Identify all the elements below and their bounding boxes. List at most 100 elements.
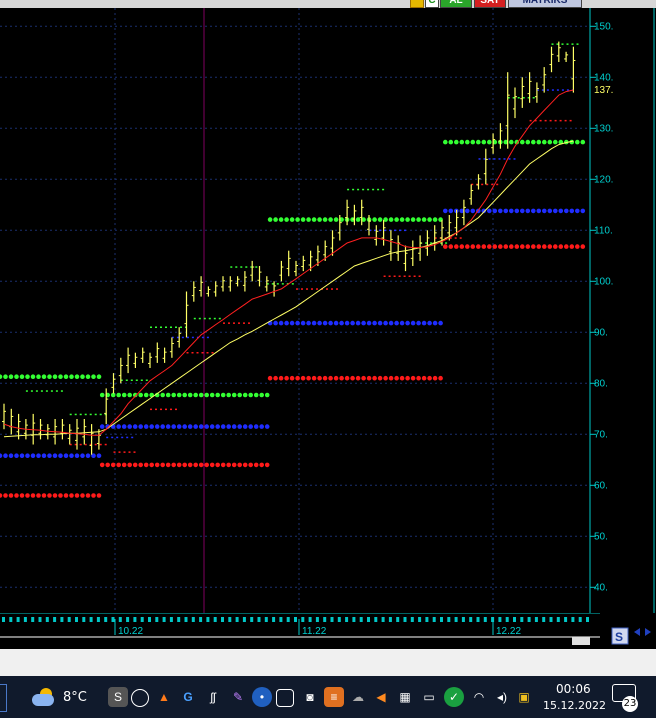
- buy-button[interactable]: AL: [440, 0, 472, 8]
- toolbar-refresh-icon[interactable]: C: [425, 0, 439, 8]
- level-3: [99, 392, 270, 398]
- y-tick-label-90: 90.: [594, 327, 608, 338]
- flame-icon[interactable]: ▲: [154, 687, 174, 707]
- y-axis-ticks[interactable]: 150. 140. 130. 120. 110. 100. 90. 80. 70. 60. 50. 4…: [590, 21, 613, 593]
- minor-level-dot: [121, 436, 124, 439]
- minor-level-21: [478, 158, 516, 160]
- price-bar: [549, 46, 554, 73]
- level-dot: [30, 453, 36, 459]
- shield-check-icon[interactable]: ✓: [444, 687, 464, 707]
- keyboard-icon[interactable]: ▦: [395, 687, 415, 707]
- minor-level-dot: [160, 326, 162, 328]
- price-bar: [60, 419, 65, 440]
- globe-icon[interactable]: [131, 689, 149, 707]
- level-dot: [416, 375, 421, 381]
- x-dash: [381, 617, 385, 622]
- minor-level-dot: [529, 119, 532, 122]
- lock-icon[interactable]: ▣: [514, 687, 534, 707]
- x-dash: [571, 617, 575, 622]
- battery-icon[interactable]: ▭: [419, 687, 439, 707]
- level-dot: [91, 493, 96, 498]
- toolbar-flag-icon[interactable]: [410, 0, 424, 8]
- price-bar: [162, 347, 167, 363]
- price-chart-svg[interactable]: 150. 140. 130. 120. 110. 100. 90. 80. 70. 60. 50. 4…: [0, 8, 656, 613]
- x-dash: [199, 617, 203, 622]
- level-dot: [547, 139, 553, 145]
- weather-temperature[interactable]: 8°C: [63, 690, 87, 705]
- level-dot: [182, 462, 187, 468]
- minor-level-1: [69, 413, 107, 416]
- level-dot: [30, 493, 36, 498]
- level-dot: [149, 424, 154, 429]
- pen-icon[interactable]: ✎: [228, 687, 248, 707]
- stack-icon[interactable]: ≡: [324, 687, 344, 707]
- level-dot: [476, 244, 481, 249]
- g-letter-icon[interactable]: G: [178, 687, 198, 707]
- weather-icon[interactable]: [30, 688, 56, 706]
- level-dot: [253, 392, 259, 398]
- price-bar: [286, 250, 291, 277]
- level-dot: [448, 139, 454, 145]
- minor-level-11: [223, 322, 250, 324]
- minor-level-dot: [445, 242, 448, 244]
- x-dash: [2, 617, 5, 622]
- level-8: [267, 375, 443, 381]
- x-dash: [410, 617, 414, 622]
- start-edge[interactable]: [0, 684, 7, 712]
- x-dash: [206, 617, 210, 622]
- x-axis-svg[interactable]: 10.22 11.22 12.22 S: [0, 612, 656, 649]
- screenshot-icon[interactable]: [276, 689, 294, 707]
- minor-level-dot: [191, 336, 194, 339]
- minor-level-dot: [140, 379, 143, 381]
- x-label-11-22: 11.22: [302, 626, 327, 637]
- minor-level-dot: [331, 288, 333, 290]
- x-axis-strip[interactable]: 10.22 11.22 12.22 S: [0, 612, 656, 649]
- minor-level-dot: [478, 158, 481, 160]
- camera-icon[interactable]: ◙: [300, 687, 320, 707]
- app-icon[interactable]: •: [252, 687, 272, 707]
- minor-level-8: [171, 336, 209, 339]
- level-dot: [536, 244, 542, 249]
- level-dot: [465, 244, 470, 249]
- level-dot: [85, 493, 91, 498]
- level-dot: [160, 462, 165, 468]
- level-dot: [231, 424, 237, 429]
- taskbar: 8°C S ▲ G ʃʃ ✎ • ◙ ≡ ☁ ◀ ▦ ▭ ✓ ◠ ◂) ▣ 00…: [0, 676, 656, 718]
- sell-button[interactable]: SAT: [474, 0, 506, 8]
- clock-time[interactable]: 00:06: [556, 682, 591, 696]
- minor-level-10: [193, 317, 221, 320]
- price-bar: [191, 281, 196, 302]
- level-dot: [248, 462, 253, 468]
- font-icon[interactable]: ʃʃ: [203, 687, 223, 707]
- notification-count[interactable]: 23: [622, 696, 638, 712]
- minor-level-dot: [316, 288, 318, 290]
- level-11: [443, 244, 586, 249]
- minor-level-0: [25, 390, 63, 392]
- ticker-bar: [0, 649, 656, 676]
- price-bar: [352, 204, 357, 226]
- level-dot: [215, 424, 220, 429]
- level-dot: [193, 462, 198, 468]
- volume-icon[interactable]: ◂): [492, 687, 512, 707]
- clock-date[interactable]: 15.12.2022: [543, 699, 606, 712]
- x-dash: [374, 617, 378, 622]
- speaker-cone-icon[interactable]: ◀: [371, 687, 391, 707]
- scroll-thumb[interactable]: [572, 637, 590, 645]
- level-dot: [253, 424, 259, 429]
- scroll-right-icon[interactable]: [645, 628, 651, 636]
- minor-level-dot: [106, 436, 109, 439]
- level-dot: [132, 462, 138, 468]
- x-dash: [425, 617, 429, 622]
- price-chart[interactable]: 150. 140. 130. 120. 110. 100. 90. 80. 70. 60. 50. 4…: [0, 8, 656, 613]
- cloud-icon[interactable]: ☁: [348, 687, 368, 707]
- search-icon[interactable]: S: [108, 687, 128, 707]
- matriks-button[interactable]: MATRIKS: [508, 0, 582, 8]
- level-7: [267, 320, 443, 326]
- level-dot: [248, 392, 253, 398]
- minor-level-dot: [498, 158, 501, 160]
- scroll-left-icon[interactable]: [634, 628, 640, 636]
- minor-level-9: [186, 352, 214, 354]
- level-dot: [19, 453, 25, 459]
- wifi-icon[interactable]: ◠: [469, 687, 489, 707]
- level-dot: [317, 375, 322, 381]
